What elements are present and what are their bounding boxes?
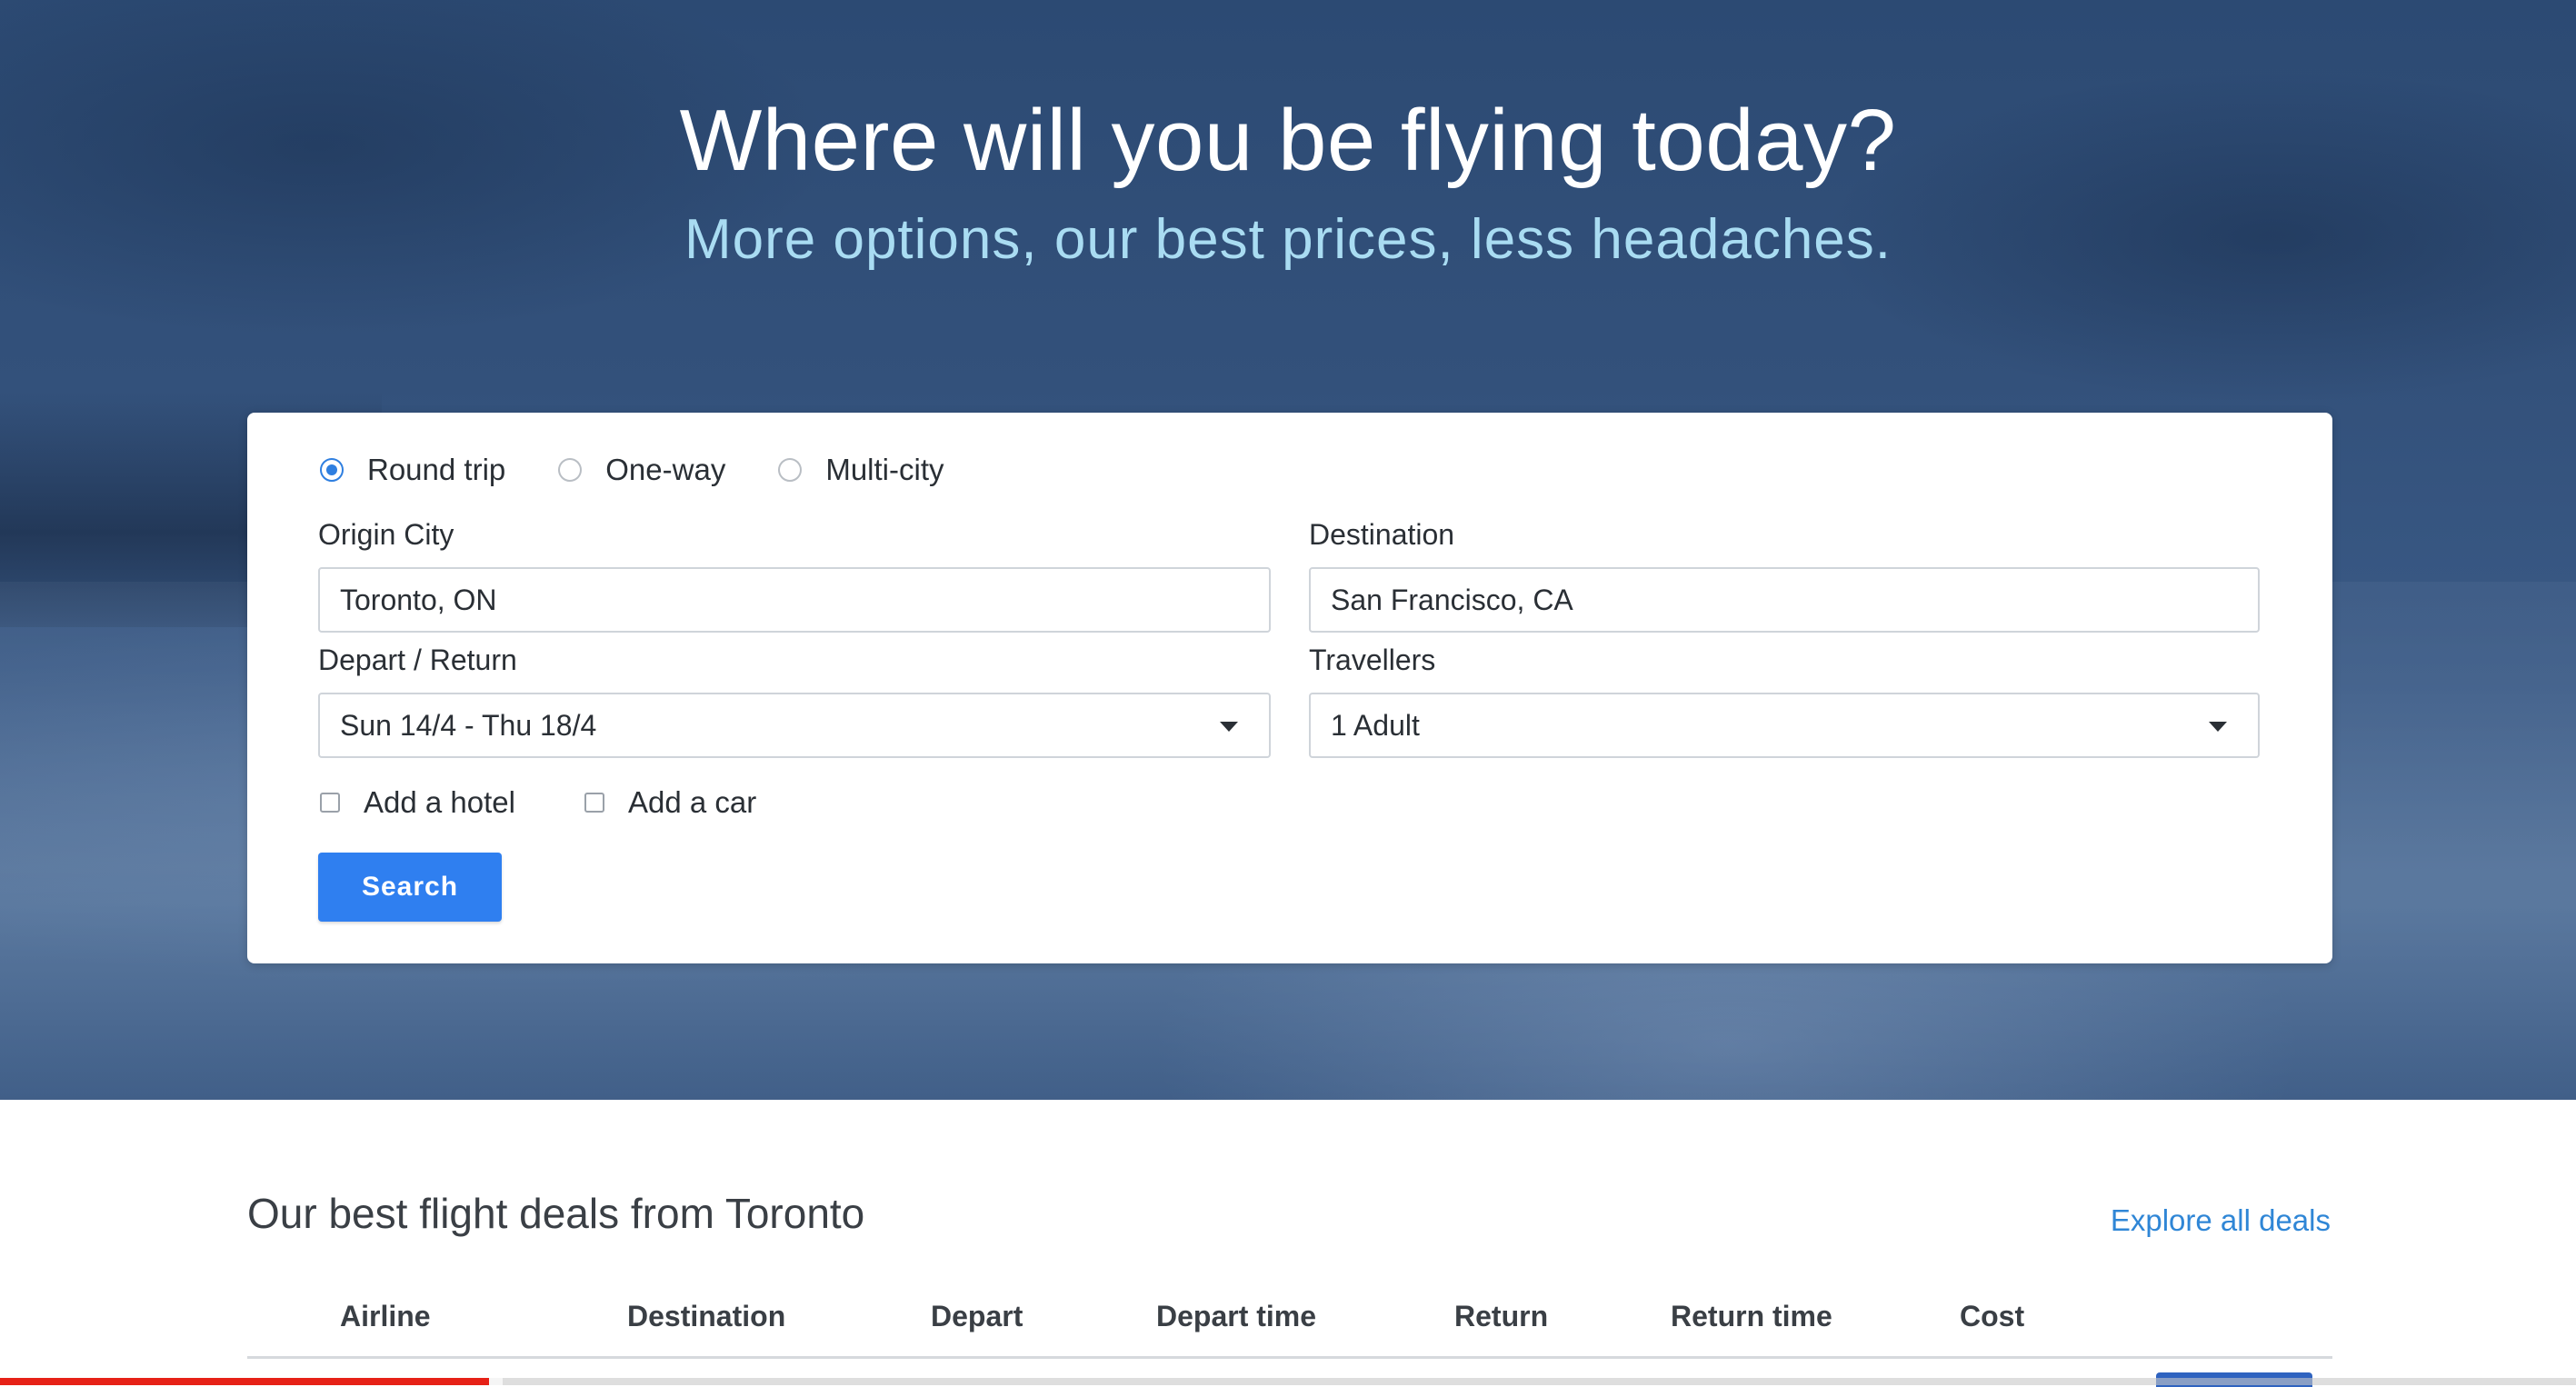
extras-group: Add a hotel Add a car — [320, 785, 825, 820]
origin-city-input[interactable]: Toronto, ON — [318, 567, 1271, 633]
round-trip-radio[interactable] — [320, 458, 344, 482]
hero-banner: Where will you be flying today? More opt… — [0, 0, 2576, 1100]
add-car-checkbox[interactable] — [584, 793, 604, 813]
round-trip-label: Round trip — [367, 453, 506, 486]
destination-input[interactable]: San Francisco, CA — [1309, 567, 2260, 633]
add-car-option[interactable]: Add a car — [584, 785, 756, 820]
explore-all-deals-link[interactable]: Explore all deals — [2111, 1203, 2331, 1238]
hero-subtitle: More options, our best prices, less head… — [684, 208, 1892, 271]
trip-type-round-trip[interactable]: Round trip — [320, 453, 505, 487]
column-header-depart-time[interactable]: Depart time — [1156, 1300, 1316, 1333]
video-progress-bar[interactable] — [0, 1378, 2576, 1385]
column-header-depart[interactable]: Depart — [931, 1300, 1023, 1333]
origin-city-label: Origin City — [318, 518, 454, 551]
depart-return-value: Sun 14/4 - Thu 18/4 — [340, 709, 597, 742]
search-button[interactable]: Search — [318, 853, 502, 922]
one-way-label: One-way — [605, 453, 726, 486]
one-way-radio[interactable] — [558, 458, 583, 482]
add-car-label: Add a car — [627, 785, 757, 819]
travellers-label: Travellers — [1309, 644, 1436, 676]
column-header-return-time[interactable]: Return time — [1671, 1300, 1832, 1333]
destination-label: Destination — [1309, 518, 1455, 551]
trip-type-one-way[interactable]: One-way — [558, 453, 725, 487]
travellers-select[interactable]: 1 Adult — [1309, 693, 2260, 758]
flight-search-card: Round trip One-way Multi-city Origin Cit… — [247, 413, 2332, 963]
video-progress-fill — [0, 1378, 490, 1385]
column-header-cost[interactable]: Cost — [1960, 1300, 2024, 1333]
hero-title: Where will you be flying today? — [679, 92, 1897, 189]
add-hotel-option[interactable]: Add a hotel — [320, 785, 515, 820]
add-hotel-label: Add a hotel — [364, 785, 515, 819]
trip-type-multi-city[interactable]: Multi-city — [778, 453, 944, 487]
depart-return-select[interactable]: Sun 14/4 - Thu 18/4 — [318, 693, 1271, 758]
column-header-return[interactable]: Return — [1454, 1300, 1548, 1333]
chevron-down-icon — [1220, 722, 1238, 732]
travellers-value: 1 Adult — [1331, 709, 1420, 742]
column-header-airline[interactable]: Airline — [340, 1300, 431, 1333]
chevron-down-icon — [2209, 722, 2227, 732]
deals-table-header: Airline Destination Depart Depart time R… — [247, 1291, 2332, 1359]
multi-city-radio[interactable] — [778, 458, 803, 482]
column-header-destination[interactable]: Destination — [627, 1300, 785, 1333]
add-hotel-checkbox[interactable] — [320, 793, 340, 813]
trip-type-group: Round trip One-way Multi-city — [320, 447, 997, 493]
depart-return-label: Depart / Return — [318, 644, 517, 676]
multi-city-label: Multi-city — [825, 453, 944, 486]
deals-title: Our best flight deals from Toronto — [247, 1190, 865, 1237]
